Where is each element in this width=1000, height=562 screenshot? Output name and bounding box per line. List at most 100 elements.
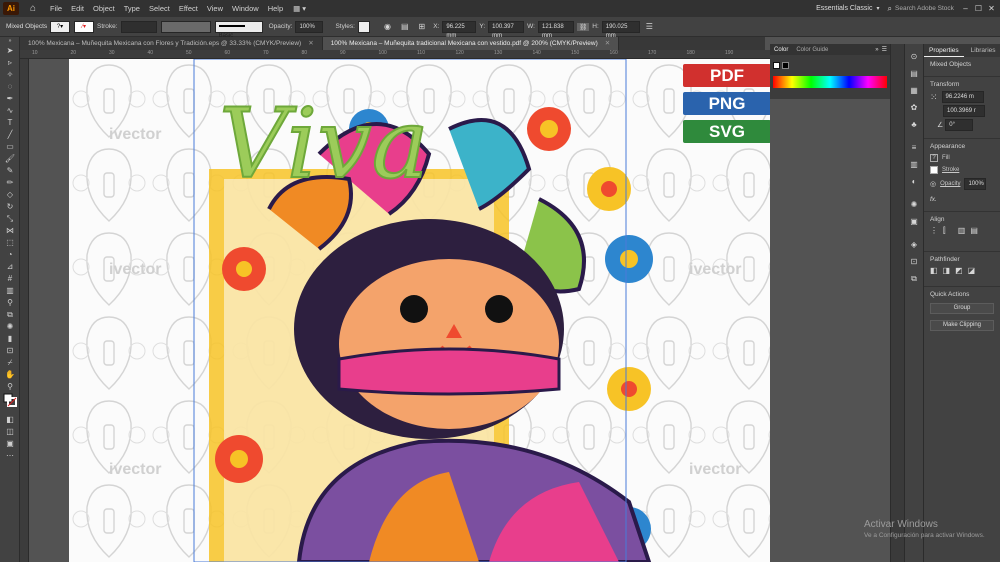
layers-icon[interactable]: ◈ — [905, 240, 923, 249]
constrain-icon[interactable]: ⛓ — [576, 22, 590, 31]
free-transform-tool-icon[interactable]: ⬚ — [3, 237, 17, 248]
brushes-icon[interactable]: ✿ — [905, 103, 923, 112]
eraser-tool-icon[interactable]: ◇ — [3, 189, 17, 200]
styles-swatch[interactable] — [357, 20, 370, 33]
variable-width-field[interactable] — [160, 20, 211, 33]
rectangle-tool-icon[interactable]: ▭ — [3, 141, 17, 152]
transform-icon[interactable]: ⊞ — [419, 22, 426, 31]
black-swatch[interactable] — [782, 62, 789, 69]
fx-button[interactable]: fx. — [924, 192, 1000, 205]
line-tool-icon[interactable]: ╱ — [3, 129, 17, 140]
artboard-tool-icon[interactable]: ⊡ — [3, 345, 17, 356]
none-swatch[interactable] — [773, 62, 780, 69]
x-field[interactable]: 96.2246 m — [941, 91, 984, 103]
menu-select[interactable]: Select — [149, 4, 170, 13]
panel-menu-icon[interactable]: ☰ — [882, 46, 890, 53]
pencil-tool-icon[interactable]: ✏ — [3, 177, 17, 188]
properties-icon[interactable]: ⊙ — [905, 52, 923, 61]
y-field[interactable]: 100.3969 r — [943, 105, 985, 117]
maximize-button[interactable]: ☐ — [972, 4, 985, 13]
gradient-icon[interactable]: ▥ — [905, 160, 923, 169]
document-tab-active[interactable]: 100% Mexicana – Muñequita tradicional Me… — [322, 37, 620, 50]
close-button[interactable]: ✕ — [985, 4, 998, 13]
close-tab-icon[interactable]: ✕ — [308, 40, 313, 47]
gradient-tool-icon[interactable]: ▥ — [3, 285, 17, 296]
vertical-ruler[interactable] — [20, 59, 29, 562]
stroke-weight-field[interactable] — [120, 20, 157, 33]
home-icon[interactable]: ⌂ — [25, 3, 41, 14]
collapse-icon[interactable]: » — [3, 38, 17, 44]
align-icon[interactable]: ▤ — [401, 22, 409, 31]
type-tool-icon[interactable]: T — [3, 117, 17, 128]
menu-help[interactable]: Help — [268, 4, 283, 13]
magic-wand-tool-icon[interactable]: ✧ — [3, 69, 17, 80]
asset-export-icon[interactable]: ⧉ — [905, 274, 923, 284]
x-field[interactable]: 96.225 mm — [442, 20, 477, 39]
arrange-icon[interactable]: ▦ ▾ — [293, 4, 306, 13]
fill-swatch[interactable]: ?▾ — [50, 20, 70, 33]
stroke-icon[interactable]: ≡ — [905, 143, 923, 152]
color-guide-tab[interactable]: Color Guide — [792, 47, 832, 53]
edit-toolbar-icon[interactable]: ⋯ — [3, 450, 17, 461]
artwork[interactable]: Viva ivector ivector ivector ivector ive… — [69, 59, 770, 562]
color-modes-icon[interactable]: ◧ — [3, 414, 17, 425]
fill-swatch[interactable]: ? — [930, 154, 938, 162]
opacity-field[interactable]: 100% — [295, 20, 324, 33]
graphic-styles-icon[interactable]: ▣ — [905, 217, 923, 226]
menu-view[interactable]: View — [207, 4, 223, 13]
menu-effect[interactable]: Effect — [179, 4, 198, 13]
symbol-sprayer-tool-icon[interactable]: ✺ — [3, 321, 17, 332]
make-clipping-mask-button[interactable]: Make Clipping — [930, 320, 994, 331]
selection-tool-icon[interactable]: ➤ — [3, 45, 17, 56]
stroke-swatch[interactable] — [930, 166, 938, 174]
workspace-switcher[interactable]: Essentials Classic — [816, 5, 872, 12]
paintbrush-tool-icon[interactable]: 🖌 — [3, 153, 17, 164]
direct-selection-tool-icon[interactable]: ▹ — [3, 57, 17, 68]
artboard[interactable]: Viva ivector ivector ivector ivector ive… — [69, 59, 770, 562]
curvature-tool-icon[interactable]: ∿ — [3, 105, 17, 116]
perspective-grid-tool-icon[interactable]: ⊿ — [3, 261, 17, 272]
mesh-tool-icon[interactable]: # — [3, 273, 17, 284]
libraries-icon[interactable]: ▤ — [905, 69, 923, 78]
menu-file[interactable]: File — [50, 4, 62, 13]
graph-tool-icon[interactable]: ▮ — [3, 333, 17, 344]
group-button[interactable]: Group — [930, 303, 994, 314]
tab-properties[interactable]: Properties — [924, 44, 964, 57]
recolor-icon[interactable]: ◉ — [384, 22, 391, 31]
horizontal-ruler[interactable]: 10 20 30 40 50 60 70 80 90 100 110 120 130 140 150 160 1… — [20, 50, 770, 59]
close-tab-icon[interactable]: ✕ — [605, 40, 610, 47]
artboards-icon[interactable]: ⊡ — [905, 257, 923, 266]
align-buttons[interactable]: ⋮⫿ ▥▤ — [924, 225, 1000, 237]
canvas-area[interactable]: Viva ivector ivector ivector ivector ive… — [29, 59, 770, 562]
rotate-field[interactable]: 0° — [945, 119, 974, 131]
stroke-label[interactable]: Stroke — [942, 167, 959, 173]
stroke-swatch[interactable]: ⁄▾ — [74, 20, 94, 33]
shaper-tool-icon[interactable]: ✎ — [3, 165, 17, 176]
minimize-button[interactable]: – — [959, 4, 972, 13]
stock-search-input[interactable]: Search Adobe Stock — [895, 5, 959, 12]
scale-tool-icon[interactable]: ⤡ — [3, 213, 17, 224]
blend-tool-icon[interactable]: ⧉ — [3, 309, 17, 320]
menu-object[interactable]: Object — [93, 4, 115, 13]
w-field[interactable]: 121.838 mm — [537, 20, 574, 39]
reference-point-icon[interactable]: ⁙ — [930, 92, 938, 103]
opacity-label[interactable]: Opacity — [940, 181, 960, 187]
color-spectrum[interactable] — [773, 76, 887, 88]
screen-mode-icon[interactable]: ▣ — [3, 438, 17, 449]
shape-builder-tool-icon[interactable]: ◔ — [3, 249, 17, 260]
fill-stroke-icon[interactable] — [3, 393, 17, 413]
swatches-icon[interactable]: ▦ — [905, 86, 923, 95]
y-field[interactable]: 100.397 mm — [488, 20, 525, 39]
transparency-icon[interactable]: ◐ — [905, 177, 923, 186]
panel-menu-icon[interactable]: ☰ — [646, 22, 653, 31]
opacity-field[interactable]: 100% — [964, 178, 987, 190]
appearance-icon[interactable]: ✺ — [905, 200, 923, 209]
width-tool-icon[interactable]: ⋈ — [3, 225, 17, 236]
menu-edit[interactable]: Edit — [71, 4, 84, 13]
menu-type[interactable]: Type — [124, 4, 140, 13]
lasso-tool-icon[interactable]: ◌ — [3, 81, 17, 92]
zoom-tool-icon[interactable]: ⚲ — [3, 381, 17, 392]
slice-tool-icon[interactable]: ⌿ — [3, 357, 17, 368]
menu-window[interactable]: Window — [232, 4, 259, 13]
eyedropper-tool-icon[interactable]: ⚲ — [3, 297, 17, 308]
